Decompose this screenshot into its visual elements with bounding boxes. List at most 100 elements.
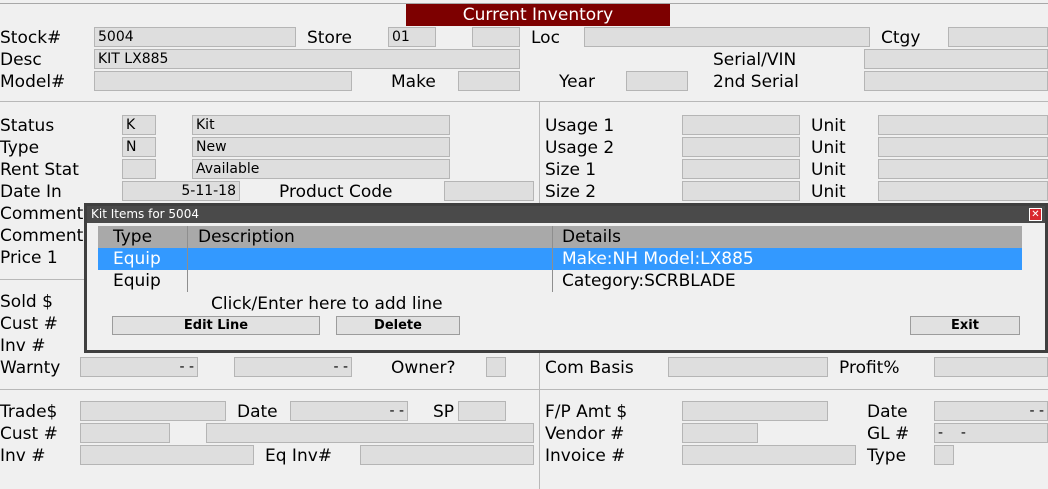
com-basis-field[interactable] [668,357,828,377]
profit-label: Profit% [839,358,900,378]
edit-line-button[interactable]: Edit Line [112,316,320,335]
type-label: Type [0,138,40,158]
unit-field[interactable] [878,115,1048,135]
status-label: Status [0,116,55,136]
type-text-field: New [192,137,450,157]
invoice-field[interactable] [682,445,856,465]
column-separator [552,226,553,292]
store-field[interactable]: 01 [388,27,436,47]
cell-type: Equip [113,271,161,291]
gl-field[interactable]: - - [934,423,1048,443]
fp-amt-field[interactable] [682,401,828,421]
cell-details: Category:SCRBLADE [562,271,736,291]
loc-field[interactable] [584,27,870,47]
eq-inv-field[interactable] [360,445,534,465]
delete-button[interactable]: Delete [336,316,460,335]
trade-date-field[interactable]: - - [290,401,408,421]
vendor-field[interactable] [682,423,758,443]
trade-inv-field[interactable] [80,445,254,465]
rent-stat-label: Rent Stat [0,160,79,180]
trade-cust-field[interactable] [80,423,170,443]
date-in-label: Date In [0,182,62,202]
unit-field[interactable] [878,159,1048,179]
fp-amt-label: F/P Amt $ [545,402,628,422]
table-row[interactable]: Equip Make:NH Model:LX885 [98,248,1022,270]
size1-label: Size 1 [545,160,597,180]
vendor-label: Vendor # [545,424,625,444]
sp-field[interactable] [458,401,506,421]
stock-field[interactable]: 5004 [94,27,296,47]
serial2-label: 2nd Serial [713,72,799,92]
type-code-field[interactable]: N [122,137,156,157]
make-label: Make [391,72,436,92]
gl-label: GL # [867,424,910,444]
price1-label: Price 1 [0,248,58,268]
kit-items-dialog: Kit Items for 5004 ✕ Type Description De… [84,203,1048,353]
trade-inv-label: Inv # [0,446,46,466]
store-sub-field[interactable] [472,27,520,47]
warnty-label: Warnty [0,358,61,378]
date-in-field[interactable]: 5-11-18 [122,181,240,201]
model-field[interactable] [94,71,352,91]
usage2-label: Usage 2 [545,138,615,158]
trade-cust-name-field [206,423,534,443]
warnty-start-field[interactable]: - - [80,357,198,377]
trade-type-field[interactable] [934,445,954,465]
column-header-type[interactable]: Type [113,226,152,248]
year-label: Year [559,72,595,92]
usage1-field[interactable] [682,115,800,135]
exit-button[interactable]: Exit [910,316,1020,335]
warnty-end-field[interactable]: - - [234,357,352,377]
loc-label: Loc [531,28,560,48]
size1-field[interactable] [682,159,800,179]
trade-field[interactable] [80,401,226,421]
product-code-field[interactable] [444,181,534,201]
cell-details: Make:NH Model:LX885 [562,249,754,269]
eq-inv-label: Eq Inv# [265,446,333,466]
owner-checkbox[interactable] [486,357,506,377]
column-header-details[interactable]: Details [562,226,621,248]
make-field[interactable] [458,71,520,91]
column-header-description[interactable]: Description [198,226,295,248]
status-code-field[interactable]: K [122,115,156,135]
serial-field[interactable] [864,49,1048,69]
serial2-field[interactable] [864,71,1048,91]
section-divider [0,101,1048,102]
fp-date-field[interactable]: - - [934,401,1048,421]
column-separator [187,226,188,292]
sp-label: SP [433,402,455,422]
unit-field[interactable] [878,137,1048,157]
invoice-label: Invoice # [545,446,626,466]
fp-date-label: Date [867,402,908,422]
trade-cust-label: Cust # [0,424,58,444]
ctgy-field[interactable] [948,27,1048,47]
window-title: Current Inventory [406,4,670,26]
trade-type-label: Type [867,446,907,466]
year-field[interactable] [626,71,688,91]
unit-label: Unit [811,182,846,202]
section-divider [0,279,84,280]
table-row[interactable]: Equip Category:SCRBLADE [98,270,1022,292]
unit-field[interactable] [878,181,1048,201]
com-basis-label: Com Basis [545,358,634,378]
close-icon[interactable]: ✕ [1029,208,1042,221]
usage1-label: Usage 1 [545,116,615,136]
size2-field[interactable] [682,181,800,201]
section-divider [0,389,1048,390]
rent-text-field: Available [192,159,450,179]
rent-code-field[interactable] [122,159,156,179]
model-label: Model# [0,72,66,92]
status-text-field: Kit [192,115,450,135]
trade-date-label: Date [237,402,278,422]
dialog-title: Kit Items for 5004 [87,206,1045,223]
usage2-field[interactable] [682,137,800,157]
unit-label: Unit [811,138,846,158]
size2-label: Size 2 [545,182,597,202]
serial-label: Serial/VIN [713,50,797,70]
desc-field[interactable]: KIT LX885 [94,49,520,69]
product-code-label: Product Code [279,182,393,202]
add-line-link[interactable]: Click/Enter here to add line [211,293,443,315]
profit-field[interactable] [934,357,1048,377]
stock-label: Stock# [0,28,62,48]
grid-header: Type Description Details [98,226,1022,248]
